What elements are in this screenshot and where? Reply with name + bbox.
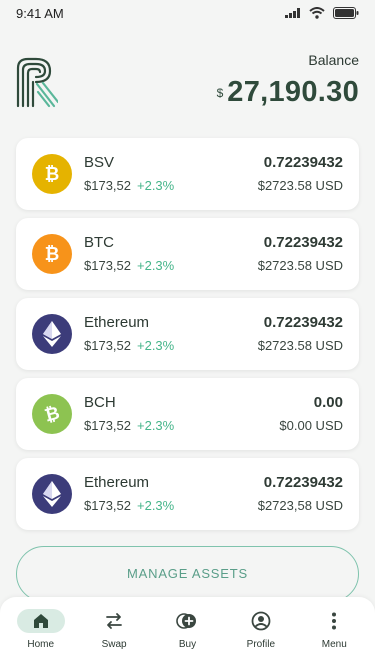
status-bar: 9:41 AM	[0, 0, 375, 26]
asset-amount: 0.72239432	[263, 314, 343, 331]
nav-icon-wrap	[16, 609, 65, 633]
asset-name: BCH	[84, 394, 116, 411]
battery-icon	[333, 7, 359, 19]
asset-price-row: $173,52 +2.3%	[84, 258, 174, 273]
balance-amount: $ 27,190.30	[217, 76, 359, 109]
home-icon	[33, 614, 48, 628]
nav-icon-wrap	[237, 609, 285, 633]
status-icons	[285, 7, 359, 19]
wifi-icon	[309, 7, 325, 19]
asset-price-row: $173,52 +2.3%	[84, 178, 174, 193]
svg-text:₿: ₿	[45, 244, 60, 265]
profile-icon	[251, 611, 271, 631]
asset-name: Ethereum	[84, 314, 150, 331]
balance-currency: $	[216, 86, 224, 100]
signal-icon	[285, 8, 300, 18]
nav-item-menu[interactable]: Menu	[303, 597, 365, 667]
asset-usd: $2723.58 USD	[257, 338, 343, 353]
header: Balance $ 27,190.30	[16, 50, 359, 120]
asset-price: $173,52	[84, 258, 131, 273]
asset-usd: $0.00 USD	[279, 418, 343, 433]
asset-price-row: $173,52 +2.3%	[84, 498, 174, 513]
nav-item-profile[interactable]: Profile	[230, 597, 292, 667]
asset-amount: 0.00	[313, 394, 343, 411]
asset-card-ethereum[interactable]: Ethereum $173,52 +2.3% 0.72239432 $2723,5…	[16, 458, 359, 530]
swap-icon	[106, 613, 122, 629]
nav-label: Swap	[101, 639, 127, 650]
asset-change: +2.3%	[137, 178, 175, 193]
bitcoin-icon: ₿	[32, 234, 72, 274]
nav-label: Profile	[246, 639, 276, 650]
asset-usd: $2723.58 USD	[257, 178, 343, 193]
more-vertical-icon	[332, 612, 337, 630]
asset-price: $173,52	[84, 498, 131, 513]
asset-change: +2.3%	[137, 338, 175, 353]
bitcoin-cash-icon: ₿	[32, 394, 72, 434]
nav-label: Home	[27, 639, 55, 650]
nav-item-swap[interactable]: Swap	[83, 597, 145, 667]
asset-amount: 0.72239432	[263, 234, 343, 251]
manage-assets-button[interactable]: MANAGE ASSETS	[16, 546, 359, 602]
nav-icon-wrap	[163, 609, 211, 633]
nav-label: Buy	[178, 639, 197, 650]
bitcoin-icon: ₿	[32, 154, 72, 194]
asset-change: +2.3%	[137, 418, 175, 433]
asset-card-bsv[interactable]: ₿ BSV $173,52 +2.3% 0.72239432 $2723.58 U…	[16, 138, 359, 210]
asset-price: $173,52	[84, 418, 131, 433]
buy-icon	[176, 613, 197, 629]
asset-usd: $2723,58 USD	[257, 498, 343, 513]
nav-icon-wrap	[90, 609, 138, 633]
status-time: 9:41 AM	[16, 5, 64, 21]
asset-name: BTC	[84, 234, 114, 251]
nav-icon-wrap	[310, 609, 358, 633]
asset-name: BSV	[84, 154, 115, 171]
asset-change: +2.3%	[137, 498, 175, 513]
asset-name: Ethereum	[84, 474, 150, 491]
asset-price-row: $173,52 +2.3%	[84, 418, 174, 433]
asset-card-btc[interactable]: ₿ BTC $173,52 +2.3% 0.72239432 $2723.58 U…	[16, 218, 359, 290]
ethereum-icon	[32, 474, 72, 514]
asset-card-ethereum[interactable]: Ethereum $173,52 +2.3% 0.72239432 $2723.5…	[16, 298, 359, 370]
nav-item-buy[interactable]: Buy	[156, 597, 218, 667]
nav-label: Menu	[321, 639, 347, 650]
svg-text:₿: ₿	[42, 402, 62, 426]
asset-usd: $2723.58 USD	[257, 258, 343, 273]
asset-list: ₿ BSV $173,52 +2.3% 0.72239432 $2723.58 U…	[16, 138, 359, 538]
asset-amount: 0.72239432	[263, 474, 343, 491]
balance-value: 27,190.30	[227, 76, 359, 108]
asset-amount: 0.72239432	[263, 154, 343, 171]
brand-logo	[16, 57, 58, 108]
nav-item-home[interactable]: Home	[10, 597, 72, 667]
svg-text:₿: ₿	[45, 164, 60, 185]
balance-label: Balance	[308, 52, 359, 68]
asset-price: $173,52	[84, 338, 131, 353]
bottom-nav: Home Swap Buy Profile Menu	[0, 597, 375, 667]
asset-price: $173,52	[84, 178, 131, 193]
asset-price-row: $173,52 +2.3%	[84, 338, 174, 353]
asset-card-bch[interactable]: ₿ BCH $173,52 +2.3% 0.00 $0.00 USD	[16, 378, 359, 450]
asset-change: +2.3%	[137, 258, 175, 273]
ethereum-icon	[32, 314, 72, 354]
